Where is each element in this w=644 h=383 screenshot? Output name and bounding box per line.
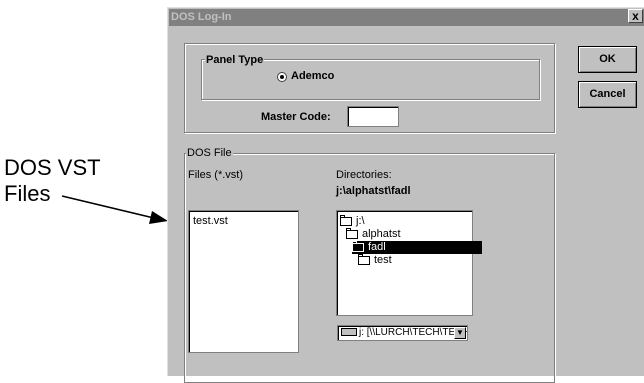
title-bar[interactable]: DOS Log-In <box>169 9 644 26</box>
directory-item[interactable]: j:\ <box>340 215 365 228</box>
drive-value: j: [\\LURCH\TECH\TECH_S...] <box>359 327 468 338</box>
ademco-label: Ademco <box>291 70 335 82</box>
directories-label: Directories: <box>336 169 392 181</box>
directory-item-selected[interactable]: fadl <box>352 241 482 254</box>
files-label: Files (*.vst) <box>188 169 243 181</box>
directory-item-label: alphatst <box>362 228 401 240</box>
directory-item[interactable]: alphatst <box>346 228 401 241</box>
panel-type-label: Panel Type <box>205 54 265 66</box>
cancel-button[interactable]: Cancel <box>578 81 637 108</box>
network-drive-icon <box>341 328 357 337</box>
file-item[interactable]: test.vst <box>193 215 228 228</box>
directories-listbox[interactable]: j:\ alphatst fadl test <box>336 210 482 316</box>
directory-item[interactable]: test <box>358 254 392 267</box>
directory-item-label: fadl <box>368 241 386 253</box>
files-listbox[interactable]: test.vst <box>188 210 299 353</box>
directory-item-label: j:\ <box>356 215 365 227</box>
folder-icon <box>358 254 370 265</box>
drive-select[interactable]: j: [\\LURCH\TECH\TECH_S...] ▼ <box>337 325 468 341</box>
dos-login-dialog: DOS Log-In x Panel Type Ademco Master Co… <box>167 7 644 383</box>
directory-item-label: test <box>374 254 392 266</box>
current-directory: j:\alphatst\fadl <box>336 185 411 197</box>
open-folder-icon <box>352 241 364 252</box>
master-code-input[interactable] <box>347 106 399 127</box>
close-button[interactable]: x <box>628 9 643 23</box>
open-folder-icon <box>340 215 352 226</box>
cancel-label: Cancel <box>589 88 626 100</box>
close-icon: x <box>632 9 639 23</box>
window-title: DOS Log-In <box>171 11 232 23</box>
ok-button[interactable]: OK <box>578 46 637 73</box>
ok-label: OK <box>599 53 616 65</box>
master-code-label: Master Code: <box>261 111 331 123</box>
open-folder-icon <box>346 228 358 239</box>
ademco-radio[interactable] <box>277 72 287 82</box>
chevron-down-icon[interactable]: ▼ <box>454 327 466 339</box>
dos-file-label: DOS File <box>186 147 233 159</box>
